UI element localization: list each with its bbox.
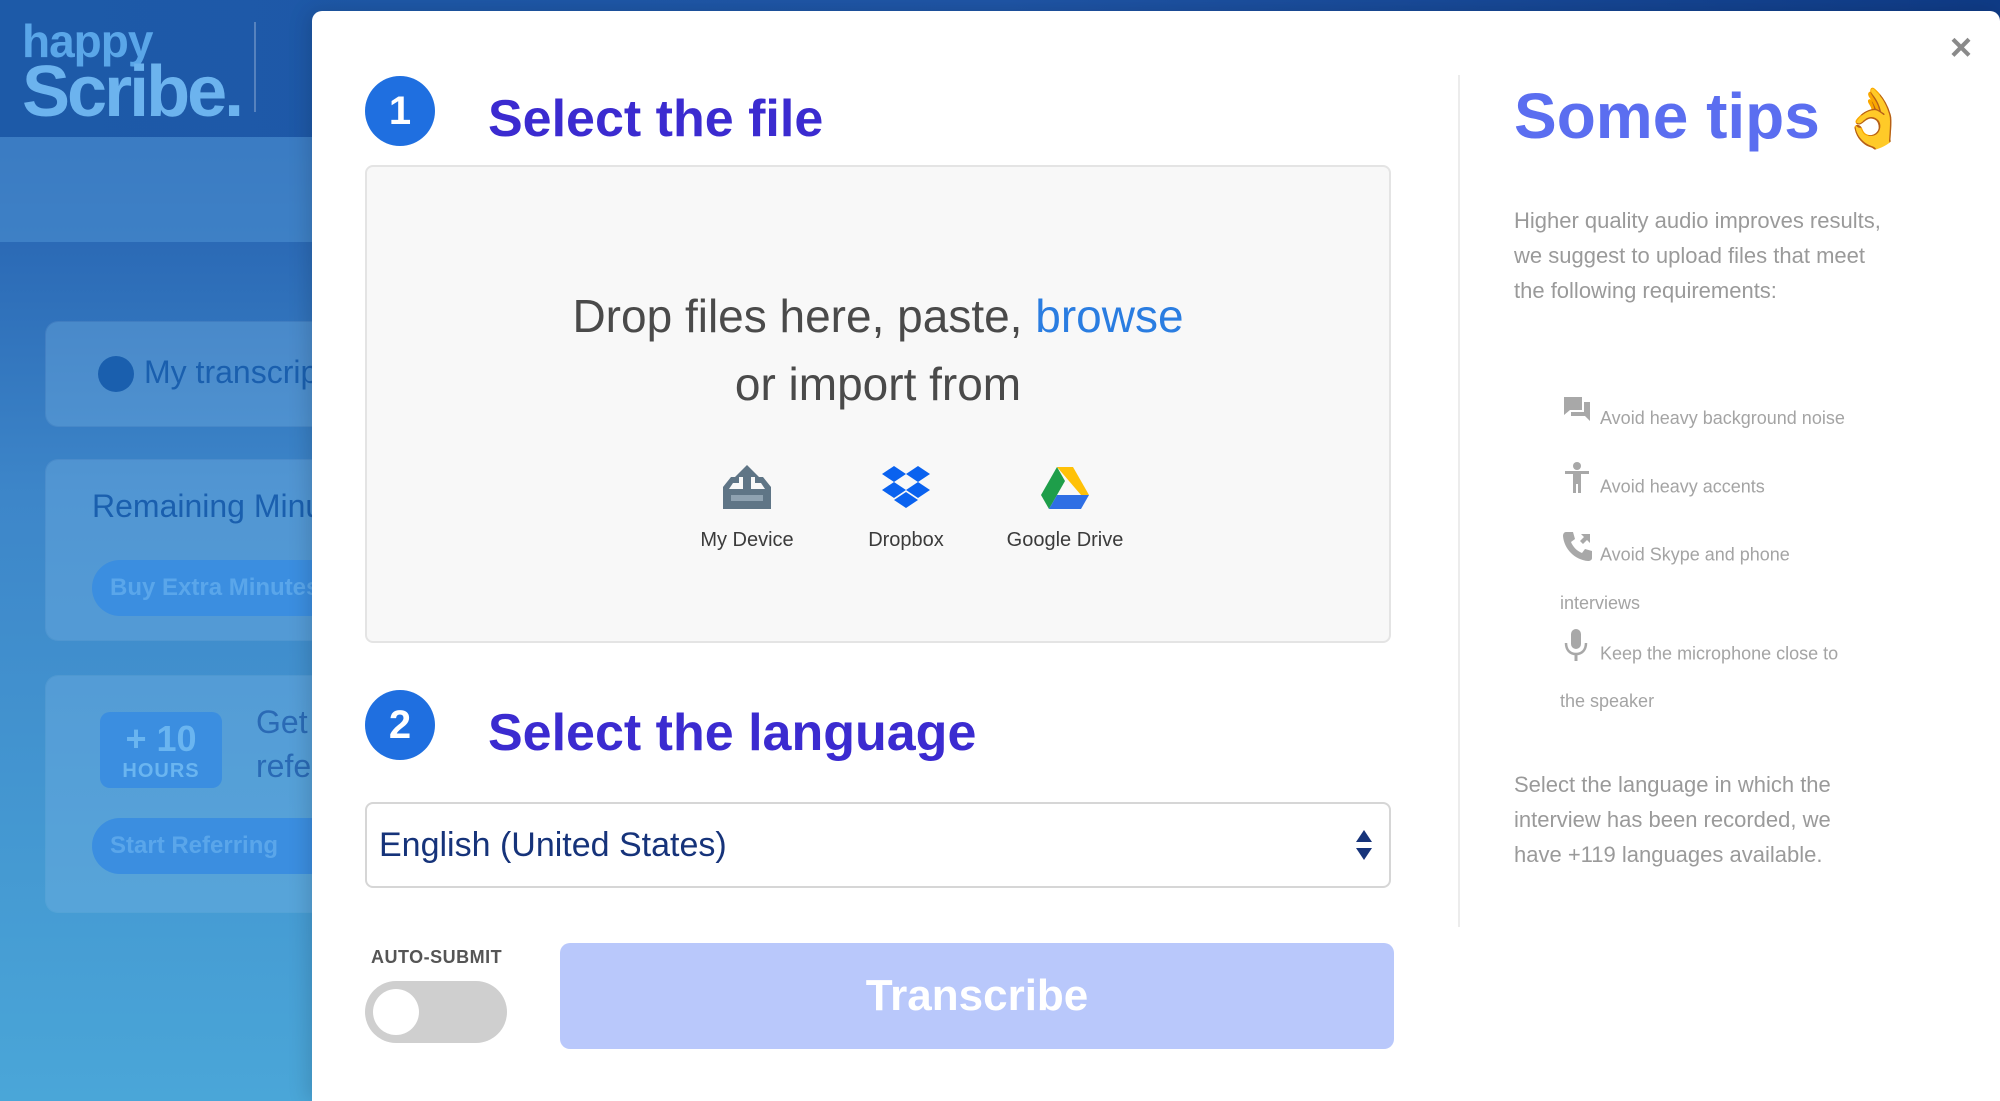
select-language-title: Select the language xyxy=(488,704,977,762)
step-2-badge: 2 xyxy=(365,690,435,760)
select-file-title: Select the file xyxy=(488,90,824,148)
tips-intro: Higher quality audio improves results, w… xyxy=(1514,208,1881,303)
logo-line-2: Scribe. xyxy=(22,52,244,132)
drop-instructions: Drop files here, paste, browse xyxy=(367,289,1389,343)
ok-hand-icon: 👌 xyxy=(1837,86,1910,151)
auto-submit-toggle[interactable] xyxy=(365,981,507,1043)
toggle-knob xyxy=(373,989,419,1035)
hours-badge-unit: HOURS xyxy=(122,760,200,782)
drop-text: Drop files here, paste, xyxy=(572,290,1036,342)
browse-link[interactable]: browse xyxy=(1035,290,1183,342)
tip-item: Avoid heavy accents xyxy=(1562,462,1765,513)
google-drive-icon xyxy=(985,457,1145,517)
source-label: Dropbox xyxy=(868,529,944,551)
referral-text-1: Get xyxy=(256,704,308,740)
upload-tray-icon xyxy=(667,457,827,517)
tips-outro: Select the language in which the intervi… xyxy=(1514,772,1831,867)
vertical-divider xyxy=(1458,75,1460,927)
tip-text: Avoid Skype and phone xyxy=(1600,544,1790,565)
phone-icon xyxy=(1562,530,1594,581)
tip-item-continued: interviews xyxy=(1560,593,1641,613)
header-divider xyxy=(254,22,256,112)
file-dropzone[interactable]: Drop files here, paste, browse or import… xyxy=(365,165,1391,643)
source-google-drive[interactable]: Google Drive xyxy=(985,457,1145,552)
import-from-text: or import from xyxy=(734,358,1022,410)
tip-text: Keep the microphone close to xyxy=(1600,643,1839,664)
tip-item: Avoid Skype and phone xyxy=(1562,530,1790,581)
tips-title-text: Some tips xyxy=(1514,80,1820,152)
source-label: Google Drive xyxy=(1006,529,1124,551)
hours-badge-number: + 10 xyxy=(125,718,197,759)
my-transcriptions-label: My transcrip xyxy=(144,354,319,390)
transcribe-button[interactable]: Transcribe xyxy=(560,943,1394,1049)
tip-item-continued: the speaker xyxy=(1560,691,1655,711)
auto-submit-label: AUTO-SUBMIT xyxy=(371,947,503,967)
happy-scribe-logo[interactable]: happy Scribe. xyxy=(22,18,244,132)
selected-language: English (United States) xyxy=(379,826,727,864)
source-my-device[interactable]: My Device xyxy=(667,457,827,552)
remaining-minutes-label: Remaining Minu xyxy=(92,488,324,524)
tip-text: Avoid heavy background noise xyxy=(1600,408,1845,428)
tip-item: Keep the microphone close to xyxy=(1562,628,1838,681)
source-dropbox[interactable]: Dropbox xyxy=(826,457,986,552)
microphone-icon xyxy=(1562,628,1594,681)
person-icon xyxy=(1562,462,1594,513)
tip-item: Avoid heavy background noise xyxy=(1562,394,1845,444)
chat-bubbles-icon xyxy=(1562,395,1594,444)
close-icon[interactable]: × xyxy=(1946,29,1976,67)
tip-text: Avoid heavy accents xyxy=(1600,476,1765,497)
hours-badge: + 10 HOURS xyxy=(100,712,222,788)
dropbox-icon xyxy=(826,457,986,517)
step-1-badge: 1 xyxy=(365,76,435,146)
tips-title: Some tips 👌 xyxy=(1514,79,1910,153)
user-circle-icon xyxy=(98,356,134,392)
referral-text-2: refe xyxy=(256,748,312,784)
upload-modal: × 1 Select the file Drop files here, pas… xyxy=(312,11,2000,1101)
language-select[interactable]: English (United States) xyxy=(365,802,1391,888)
source-label: My Device xyxy=(700,529,794,551)
select-arrows-icon xyxy=(1355,828,1373,867)
